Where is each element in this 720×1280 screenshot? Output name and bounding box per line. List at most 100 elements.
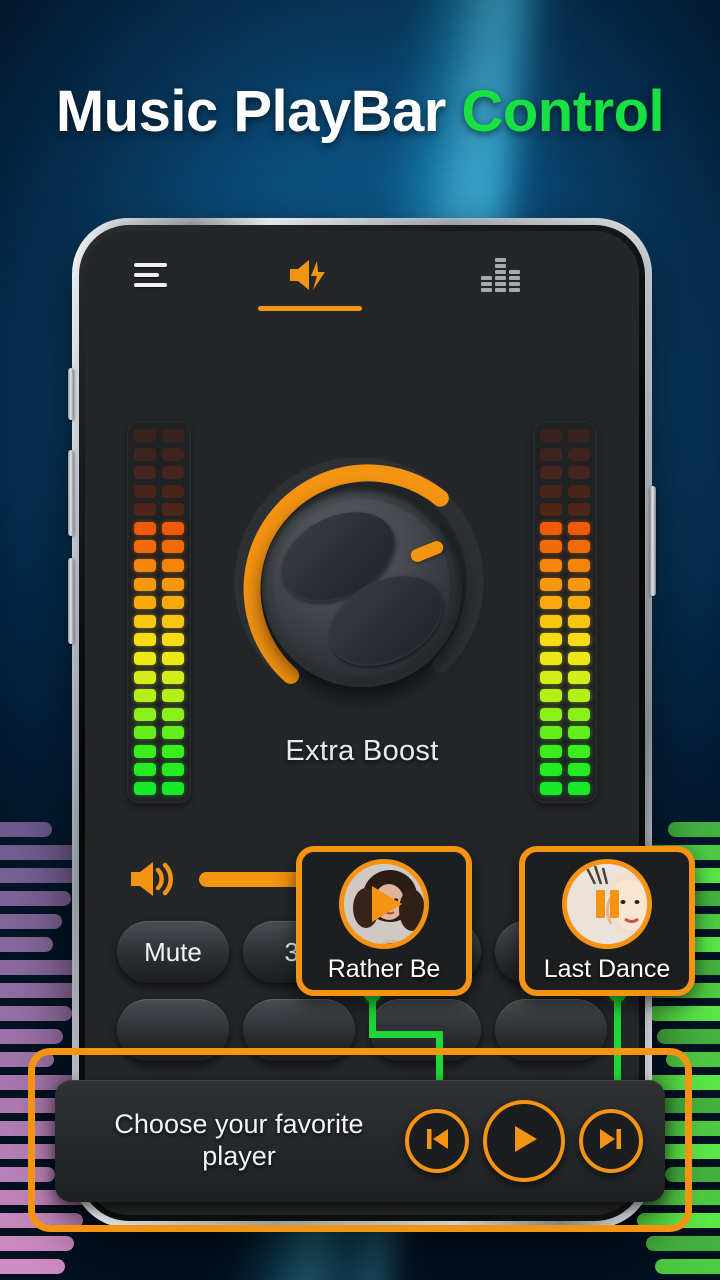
play-icon	[344, 864, 424, 944]
vu-meter-segment	[568, 447, 590, 461]
pause-icon	[567, 864, 647, 944]
player-bar-prompt-line1: Choose your favorite	[114, 1109, 364, 1140]
phone-button-volume-down[interactable]	[68, 558, 74, 644]
vu-meter-segment	[568, 466, 590, 480]
vu-meter-segment	[568, 781, 590, 795]
vu-meter-row	[134, 559, 184, 573]
next-button[interactable]	[579, 1109, 643, 1173]
vu-meter-segment	[162, 614, 184, 628]
vu-meter-segment	[134, 466, 156, 480]
vu-meter-segment	[540, 633, 562, 647]
vu-meter-row	[540, 503, 590, 517]
vu-meter-segment	[162, 781, 184, 795]
vu-meter-segment	[568, 670, 590, 684]
preset-button-mute[interactable]: Mute	[117, 921, 229, 983]
vu-meter-row	[134, 540, 184, 554]
vu-meter-segment	[568, 429, 590, 442]
vu-meter-segment	[162, 651, 184, 665]
song-card-rather-be[interactable]: Rather Be	[296, 846, 472, 996]
decor-bar-row	[615, 1232, 720, 1255]
vu-meter-segment	[540, 781, 562, 795]
vu-meter-segment	[134, 614, 156, 628]
vu-meter-row	[540, 651, 590, 665]
vu-meter-row	[134, 466, 184, 480]
vu-meter-row	[540, 521, 590, 535]
decor-bar-row	[0, 1255, 105, 1278]
vu-meter-segment	[568, 540, 590, 554]
play-icon	[506, 1121, 542, 1162]
vu-meter-row	[134, 781, 184, 795]
vu-meter-row	[540, 781, 590, 795]
vu-meter-segment	[162, 503, 184, 517]
vu-meter-row	[540, 559, 590, 573]
decor-bar	[0, 1236, 74, 1251]
vu-meter-row	[134, 503, 184, 517]
play-button[interactable]	[483, 1100, 565, 1182]
vu-meter-segment	[162, 521, 184, 535]
vu-meter-segment	[540, 540, 562, 554]
album-art-blonde	[562, 858, 652, 949]
vu-meter-segment	[162, 633, 184, 647]
vu-meter-segment	[540, 614, 562, 628]
vu-meter-segment	[568, 577, 590, 591]
decor-bar	[0, 1029, 63, 1044]
vu-meter-row	[540, 633, 590, 647]
player-bar-prompt: Choose your favorite player	[55, 1109, 405, 1173]
album-art-brunette	[339, 858, 429, 949]
skip-next-icon	[595, 1123, 627, 1160]
previous-button[interactable]	[405, 1109, 469, 1173]
vu-meter-segment	[540, 670, 562, 684]
vu-meter-row	[540, 429, 590, 442]
phone-button-power[interactable]	[650, 486, 656, 596]
nav-item-volume-boost[interactable]	[215, 231, 405, 319]
speaker-volume-icon[interactable]	[129, 859, 177, 899]
nav-item-menu[interactable]	[85, 231, 215, 319]
vu-meter-segment	[134, 651, 156, 665]
knob-label: Extra Boost	[285, 735, 439, 767]
knob-face	[274, 499, 450, 675]
decor-bar-row	[0, 1232, 105, 1255]
vu-meter-segment	[134, 577, 156, 591]
song-card-last-dance[interactable]: Last Dance	[519, 846, 695, 996]
vu-meter-segment	[134, 781, 156, 795]
vu-meter-segment	[162, 670, 184, 684]
player-bar: Choose your favorite player	[55, 1080, 665, 1202]
vu-meter-row	[540, 484, 590, 498]
vu-meter-segment	[134, 633, 156, 647]
vu-meter-segment	[134, 559, 156, 573]
vu-meter-segment	[540, 521, 562, 535]
decor-bar	[655, 1259, 720, 1274]
page-title: Music PlayBar Control	[0, 78, 720, 145]
vu-meter-segment	[568, 633, 590, 647]
vu-meter-segment	[568, 484, 590, 498]
vu-meter-segment	[568, 559, 590, 573]
vu-meter-row	[134, 521, 184, 535]
vu-meter-row	[134, 484, 184, 498]
vu-meter-row	[540, 689, 590, 703]
phone-button-silent[interactable]	[68, 368, 74, 420]
vu-meter-segment	[162, 429, 184, 442]
vu-meter-segment	[162, 596, 184, 610]
vu-meter-segment	[540, 651, 562, 665]
vu-meter-segment	[162, 689, 184, 703]
boost-knob[interactable]	[228, 453, 496, 721]
vu-meter-segment	[568, 651, 590, 665]
vu-meter-segment	[540, 484, 562, 498]
decor-bar	[0, 983, 81, 998]
skip-previous-icon	[421, 1123, 453, 1160]
vu-meter-segment	[162, 466, 184, 480]
vu-meter-segment	[134, 707, 156, 721]
decor-bar	[0, 868, 80, 883]
vu-meter-segment	[540, 447, 562, 461]
player-controls	[405, 1100, 665, 1182]
vu-meter-row	[134, 429, 184, 442]
vu-meter-segment	[540, 429, 562, 442]
phone-button-volume-up[interactable]	[68, 450, 74, 536]
vu-meter-segment	[162, 577, 184, 591]
decor-bar	[648, 1006, 720, 1021]
decor-bar	[657, 1029, 720, 1044]
vu-meter-row	[540, 447, 590, 461]
nav-item-equalizer[interactable]	[405, 231, 595, 319]
vu-meter-row	[134, 614, 184, 628]
vu-meter-segment	[540, 707, 562, 721]
